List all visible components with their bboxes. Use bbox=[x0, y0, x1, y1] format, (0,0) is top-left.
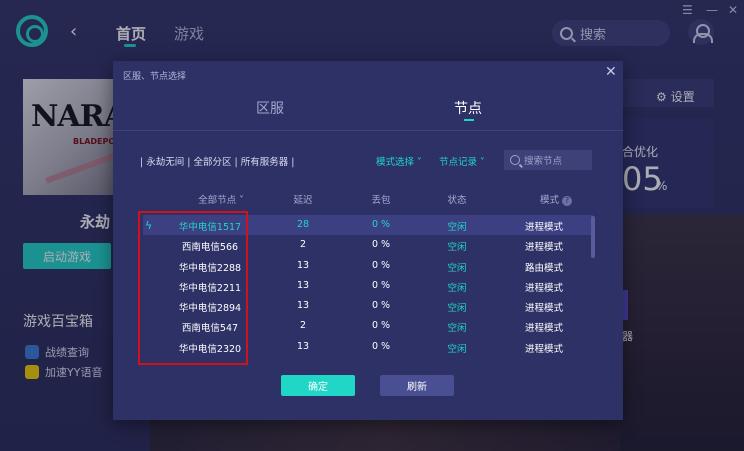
cell-node: 华中电信2320 bbox=[178, 343, 242, 355]
cell-node: 华中电信2211 bbox=[178, 282, 242, 294]
table-scrollbar[interactable] bbox=[591, 216, 595, 258]
cell-status: 空闲 bbox=[447, 282, 467, 294]
cell-mode: 进程模式 bbox=[524, 303, 563, 315]
lightning-icon: ϟ bbox=[145, 219, 153, 232]
cell-loss: 0 % bbox=[371, 259, 391, 271]
close-icon[interactable]: ✕ bbox=[605, 64, 617, 80]
node-search-input[interactable]: 搜索节点 bbox=[504, 150, 592, 170]
cell-latency: 28 bbox=[296, 219, 310, 230]
cell-loss: 0 % bbox=[371, 279, 391, 291]
cell-status: 空闲 bbox=[447, 323, 467, 335]
table-row[interactable]: 华中电信2211 13 0 % 空闲 进程模式 bbox=[143, 276, 593, 296]
cell-latency: 13 bbox=[296, 279, 310, 291]
refresh-button[interactable]: 刷新 bbox=[380, 375, 454, 396]
node-select-dialog: 区服、节点选择 ✕ 区服 节点 | 永劫无间 | 全部分区 | 所有服务器 | … bbox=[113, 61, 623, 420]
cell-status: 空闲 bbox=[447, 242, 467, 254]
cell-mode: 进程模式 bbox=[524, 323, 563, 335]
dialog-title: 区服、节点选择 bbox=[123, 72, 187, 82]
tab-active-indicator bbox=[464, 119, 474, 121]
cell-node: 华中电信2894 bbox=[178, 303, 242, 315]
cell-loss: 0 % bbox=[371, 320, 391, 332]
cell-loss: 0 % bbox=[371, 300, 391, 312]
cell-mode: 进程模式 bbox=[524, 222, 563, 233]
col-status-header: 状态 bbox=[447, 195, 467, 206]
mode-select-dropdown[interactable]: 模式选择 ˅ bbox=[376, 154, 422, 168]
filter-breadcrumb: | 永劫无间 | 全部分区 | 所有服务器 | bbox=[140, 157, 295, 168]
table-row[interactable]: 华中电信2288 13 0 % 空闲 路由模式 bbox=[143, 256, 593, 276]
node-search-placeholder: 搜索节点 bbox=[524, 156, 563, 167]
cell-loss: 0 % bbox=[371, 239, 391, 251]
col-loss-header: 丢包 bbox=[371, 195, 391, 206]
cell-latency: 13 bbox=[296, 340, 310, 352]
confirm-button[interactable]: 确定 bbox=[281, 375, 355, 396]
col-node-header[interactable]: 全部节点 ˅ bbox=[181, 192, 261, 206]
table-header: 全部节点 ˅ 延迟 丢包 状态 模式? bbox=[143, 192, 593, 206]
cell-latency: 13 bbox=[296, 259, 310, 271]
cell-status: 空闲 bbox=[447, 303, 467, 315]
tab-region[interactable]: 区服 bbox=[256, 98, 284, 118]
table-row[interactable]: ϟ 华中电信1517 28 0 % 空闲 进程模式 bbox=[143, 215, 593, 236]
cell-status: 空闲 bbox=[447, 343, 467, 355]
cell-status: 空闲 bbox=[447, 262, 467, 274]
table-row[interactable]: 华中电信2894 13 0 % 空闲 进程模式 bbox=[143, 296, 593, 316]
cell-latency: 2 bbox=[299, 239, 307, 251]
search-icon bbox=[510, 155, 520, 165]
col-mode-label: 模式 bbox=[539, 195, 559, 206]
tab-divider bbox=[113, 130, 623, 131]
help-icon[interactable]: ? bbox=[562, 195, 572, 206]
col-latency-header: 延迟 bbox=[293, 195, 313, 206]
col-mode-header: 模式? bbox=[521, 192, 591, 206]
cell-node: 西南电信566 bbox=[181, 242, 239, 254]
cell-loss: 0 % bbox=[371, 219, 391, 230]
tab-node[interactable]: 节点 bbox=[454, 98, 482, 118]
cell-mode: 进程模式 bbox=[524, 242, 563, 254]
cell-mode: 进程模式 bbox=[524, 343, 563, 355]
cell-node: 西南电信547 bbox=[181, 323, 239, 335]
cell-node: 华中电信2288 bbox=[178, 262, 242, 274]
table-row[interactable]: 华中电信2320 13 0 % 空闲 进程模式 bbox=[143, 337, 593, 357]
cell-status: 空闲 bbox=[447, 222, 467, 233]
cell-loss: 0 % bbox=[371, 340, 391, 352]
cell-node: 华中电信1517 bbox=[178, 222, 242, 233]
cell-mode: 路由模式 bbox=[524, 262, 563, 274]
table-row[interactable]: 西南电信547 2 0 % 空闲 进程模式 bbox=[143, 316, 593, 336]
cell-latency: 2 bbox=[299, 320, 307, 332]
table-row[interactable]: 西南电信566 2 0 % 空闲 进程模式 bbox=[143, 235, 593, 255]
cell-mode: 进程模式 bbox=[524, 282, 563, 294]
node-table: ϟ 华中电信1517 28 0 % 空闲 进程模式 西南电信566 2 0 % … bbox=[143, 215, 593, 357]
node-record-dropdown[interactable]: 节点记录 ˅ bbox=[439, 154, 485, 168]
cell-latency: 13 bbox=[296, 300, 310, 312]
